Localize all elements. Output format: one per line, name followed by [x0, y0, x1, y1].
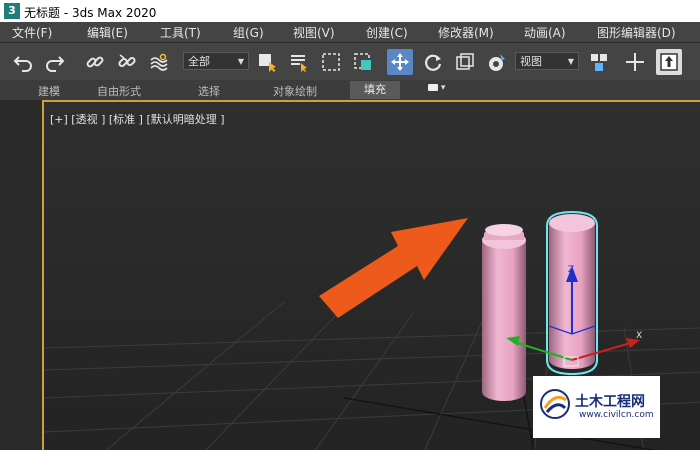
menu-modifiers[interactable]: 修改器(M) [438, 24, 494, 41]
select-by-name-icon[interactable] [286, 49, 312, 75]
menu-group[interactable]: 组(G) [233, 24, 264, 41]
gizmo-x-label: X [636, 331, 642, 341]
unlink-icon[interactable] [114, 49, 140, 75]
menu-tools[interactable]: 工具(T) [160, 24, 201, 41]
chevron-down-icon: ▼ [567, 57, 574, 66]
title-bar: 3 无标题 - 3ds Max 2020 [0, 0, 700, 22]
ribbon-tab-selection[interactable]: 选择 [198, 83, 220, 99]
menu-animation[interactable]: 动画(A) [524, 24, 566, 41]
select-object-icon[interactable] [254, 49, 280, 75]
menu-graph-editors[interactable]: 图形编辑器(D) [597, 24, 676, 41]
ribbon-tab-freeform[interactable]: 自由形式 [97, 83, 141, 99]
scale-icon[interactable] [452, 49, 478, 75]
menu-file[interactable]: 文件(F) [12, 24, 52, 41]
redo-icon[interactable] [42, 49, 68, 75]
undo-icon[interactable] [10, 49, 36, 75]
selection-filter-value: 全部 [188, 55, 210, 68]
main-toolbar: 全部 ▼ 视图 ▼ [0, 42, 700, 81]
window-title: 无标题 - 3ds Max 2020 [24, 6, 157, 20]
window-crossing-icon[interactable] [350, 49, 376, 75]
watermark-logo-icon [540, 389, 570, 419]
site-watermark: 土木工程网 www.civilcn.com [533, 376, 660, 438]
watermark-url: www.civilcn.com [579, 410, 654, 420]
watermark-site-name: 土木工程网 [575, 394, 645, 410]
left-command-strip [0, 100, 42, 450]
reference-coord-value: 视图 [520, 55, 542, 68]
selection-filter-dropdown[interactable]: 全部 ▼ [183, 52, 249, 70]
place-object-icon[interactable] [484, 49, 510, 75]
gizmo-z-label: Z [568, 265, 574, 275]
snap-cross-icon[interactable] [622, 49, 648, 75]
ribbon-tab-populate[interactable]: 填充 [350, 81, 400, 99]
menu-edit[interactable]: 编辑(E) [87, 24, 128, 41]
rectangular-selection-icon[interactable] [318, 49, 344, 75]
rotate-icon[interactable] [420, 49, 446, 75]
menu-view[interactable]: 视图(V) [293, 24, 335, 41]
ribbon: 建模 自由形式 选择 对象绘制 填充 ▾ [0, 80, 700, 100]
viewport-label-menu[interactable]: [+] [透视 ] [标准 ] [默认明暗处理 ] [50, 111, 225, 127]
chevron-down-icon: ▾ [440, 83, 446, 93]
pivot-center-icon[interactable] [586, 49, 612, 75]
reference-coord-dropdown[interactable]: 视图 ▼ [515, 52, 579, 70]
bind-space-warp-icon[interactable] [146, 49, 172, 75]
cylinder-left [482, 224, 526, 401]
ribbon-options-dropdown[interactable]: ▾ [428, 83, 454, 97]
move-icon[interactable] [387, 49, 413, 75]
snaps-toggle-icon[interactable] [656, 49, 682, 75]
chevron-down-icon: ▼ [237, 57, 244, 66]
link-icon[interactable] [82, 49, 108, 75]
ribbon-options-icon [428, 84, 438, 91]
menu-create[interactable]: 创建(C) [366, 24, 408, 41]
ribbon-tab-object-paint[interactable]: 对象绘制 [273, 83, 317, 99]
app-logo-icon: 3 [4, 3, 20, 19]
ribbon-tab-modeling[interactable]: 建模 [38, 83, 60, 99]
menu-bar: 文件(F) 编辑(E) 工具(T) 组(G) 视图(V) 创建(C) 修改器(M… [0, 22, 700, 42]
